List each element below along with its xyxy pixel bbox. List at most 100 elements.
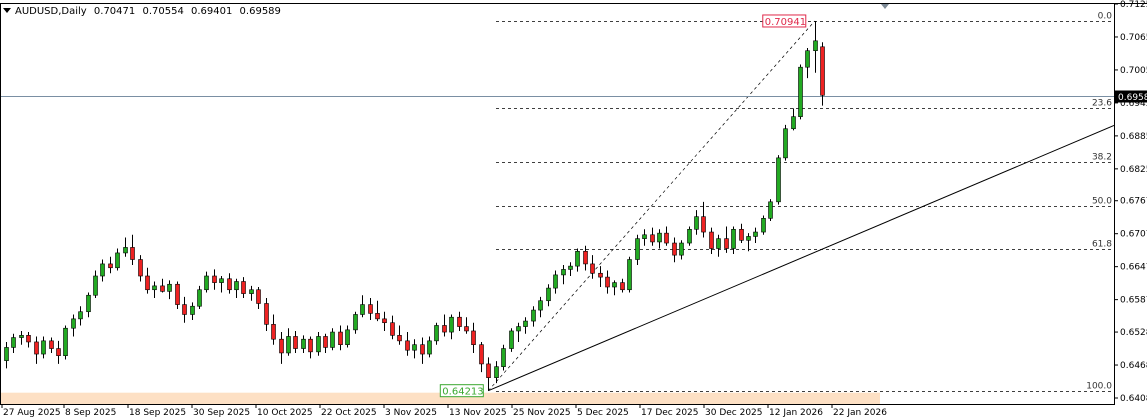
time-tick-label: 22 Oct 2025 bbox=[321, 408, 377, 417]
candle-body bbox=[538, 300, 543, 311]
symbol-name: AUDUSD bbox=[15, 6, 59, 17]
candle-body bbox=[78, 311, 83, 320]
candle-body bbox=[241, 281, 246, 294]
candle-body bbox=[11, 337, 16, 348]
candle-body bbox=[642, 234, 647, 239]
candle-body bbox=[516, 326, 521, 332]
candle-body bbox=[479, 344, 484, 365]
candle-body bbox=[434, 325, 439, 342]
candle-body bbox=[93, 275, 98, 296]
candle-body bbox=[761, 218, 766, 233]
price-tick-label: 0.6587 bbox=[1120, 296, 1147, 306]
candle-body bbox=[664, 232, 669, 244]
candle-body bbox=[501, 348, 506, 367]
candle-body bbox=[345, 329, 350, 345]
candle-body bbox=[457, 316, 462, 327]
candle-body bbox=[590, 263, 595, 274]
candle-body bbox=[279, 338, 284, 354]
candle-body bbox=[605, 276, 610, 288]
candle-body bbox=[612, 282, 617, 288]
candle-body bbox=[672, 242, 677, 256]
candle-body bbox=[71, 318, 76, 329]
time-tick-label: 5 Dec 2025 bbox=[577, 408, 629, 417]
time-tick-label: 22 Jan 2026 bbox=[833, 408, 887, 417]
candle-body bbox=[293, 336, 298, 349]
candle-body bbox=[731, 228, 736, 249]
price-chart[interactable]: 0.0 23.6 38.2 50.0 61.8 100.0 0.70941 0.64213… bbox=[0, 0, 1147, 417]
candle-body bbox=[798, 66, 803, 117]
candle-body bbox=[523, 320, 528, 327]
candle-body bbox=[368, 304, 373, 314]
candle-body bbox=[561, 269, 566, 276]
candle-body bbox=[820, 46, 825, 96]
candle-body bbox=[130, 247, 135, 260]
candle-body bbox=[449, 316, 454, 333]
candle-body bbox=[190, 305, 195, 315]
low-price-value: 0.64213 bbox=[442, 387, 483, 398]
candle-body bbox=[138, 259, 143, 277]
candle-body bbox=[397, 335, 402, 342]
candle-body bbox=[271, 324, 276, 340]
time-tick-label: 13 Nov 2025 bbox=[449, 408, 507, 417]
low-price-label: 0.64213 bbox=[439, 384, 484, 398]
candle-body bbox=[123, 247, 128, 254]
candle-body bbox=[160, 285, 165, 292]
fib-level-label: 50.0 bbox=[1092, 197, 1112, 207]
candle-body bbox=[783, 128, 788, 159]
candle-body bbox=[687, 228, 692, 244]
time-tick-label: 27 Aug 2025 bbox=[3, 408, 61, 417]
time-tick-label: 30 Dec 2025 bbox=[705, 408, 763, 417]
candle-body bbox=[776, 157, 781, 203]
fib-level-label: 61.8 bbox=[1092, 240, 1112, 250]
candle-body bbox=[471, 330, 476, 345]
price-tick-label: 0.7065 bbox=[1120, 33, 1147, 43]
candle-body bbox=[26, 335, 31, 343]
candle-body bbox=[583, 250, 588, 265]
candle-body bbox=[627, 259, 632, 291]
collapse-triangle-icon[interactable] bbox=[3, 8, 11, 13]
candle-body bbox=[679, 242, 684, 256]
candle-body bbox=[739, 228, 744, 241]
low-price: 0.69401 bbox=[191, 6, 233, 17]
candle-body bbox=[805, 50, 810, 68]
price-tick-label: 0.6825 bbox=[1120, 165, 1147, 175]
candle-body bbox=[768, 201, 773, 219]
time-tick-label: 17 Dec 2025 bbox=[641, 408, 699, 417]
timeframe-label: ,Daily bbox=[58, 6, 87, 17]
candle-body bbox=[694, 216, 699, 230]
candle-body bbox=[234, 281, 239, 291]
candle-body bbox=[175, 283, 180, 305]
candle-body bbox=[115, 252, 120, 269]
high-price: 0.70554 bbox=[142, 6, 184, 17]
candle-body bbox=[41, 340, 46, 355]
high-price-label: 0.70941 bbox=[762, 14, 807, 28]
candle-body bbox=[108, 263, 113, 269]
candle-body bbox=[375, 313, 380, 320]
candle-body bbox=[330, 331, 335, 348]
candle-body bbox=[427, 340, 432, 355]
time-tick-label: 10 Oct 2025 bbox=[257, 408, 313, 417]
candle-body bbox=[316, 336, 321, 353]
candle-body bbox=[152, 285, 157, 291]
current-price-value: 0.6958 bbox=[1118, 93, 1147, 103]
candle-body bbox=[301, 338, 306, 349]
candle-body bbox=[19, 335, 24, 338]
candle-body bbox=[323, 336, 328, 348]
candle-body bbox=[182, 304, 187, 315]
candle-body bbox=[568, 265, 573, 270]
candle-body bbox=[286, 336, 291, 354]
time-tick-label: 3 Nov 2025 bbox=[385, 408, 437, 417]
candle-body bbox=[575, 250, 580, 267]
chart-canvas[interactable]: 0.0 23.6 38.2 50.0 61.8 100.0 0.70941 0.64213… bbox=[0, 0, 1147, 417]
candle-body bbox=[746, 236, 751, 241]
candle-body bbox=[486, 363, 491, 378]
time-tick-label: 8 Sep 2025 bbox=[65, 408, 116, 417]
candle-body bbox=[716, 238, 721, 249]
price-tick-label: 0.7005 bbox=[1120, 66, 1147, 76]
candle-body bbox=[650, 234, 655, 243]
candle-body bbox=[219, 278, 224, 283]
candle-body bbox=[204, 275, 209, 291]
candle-body bbox=[553, 274, 558, 289]
candle-body bbox=[464, 326, 469, 332]
candle-body bbox=[442, 325, 447, 333]
